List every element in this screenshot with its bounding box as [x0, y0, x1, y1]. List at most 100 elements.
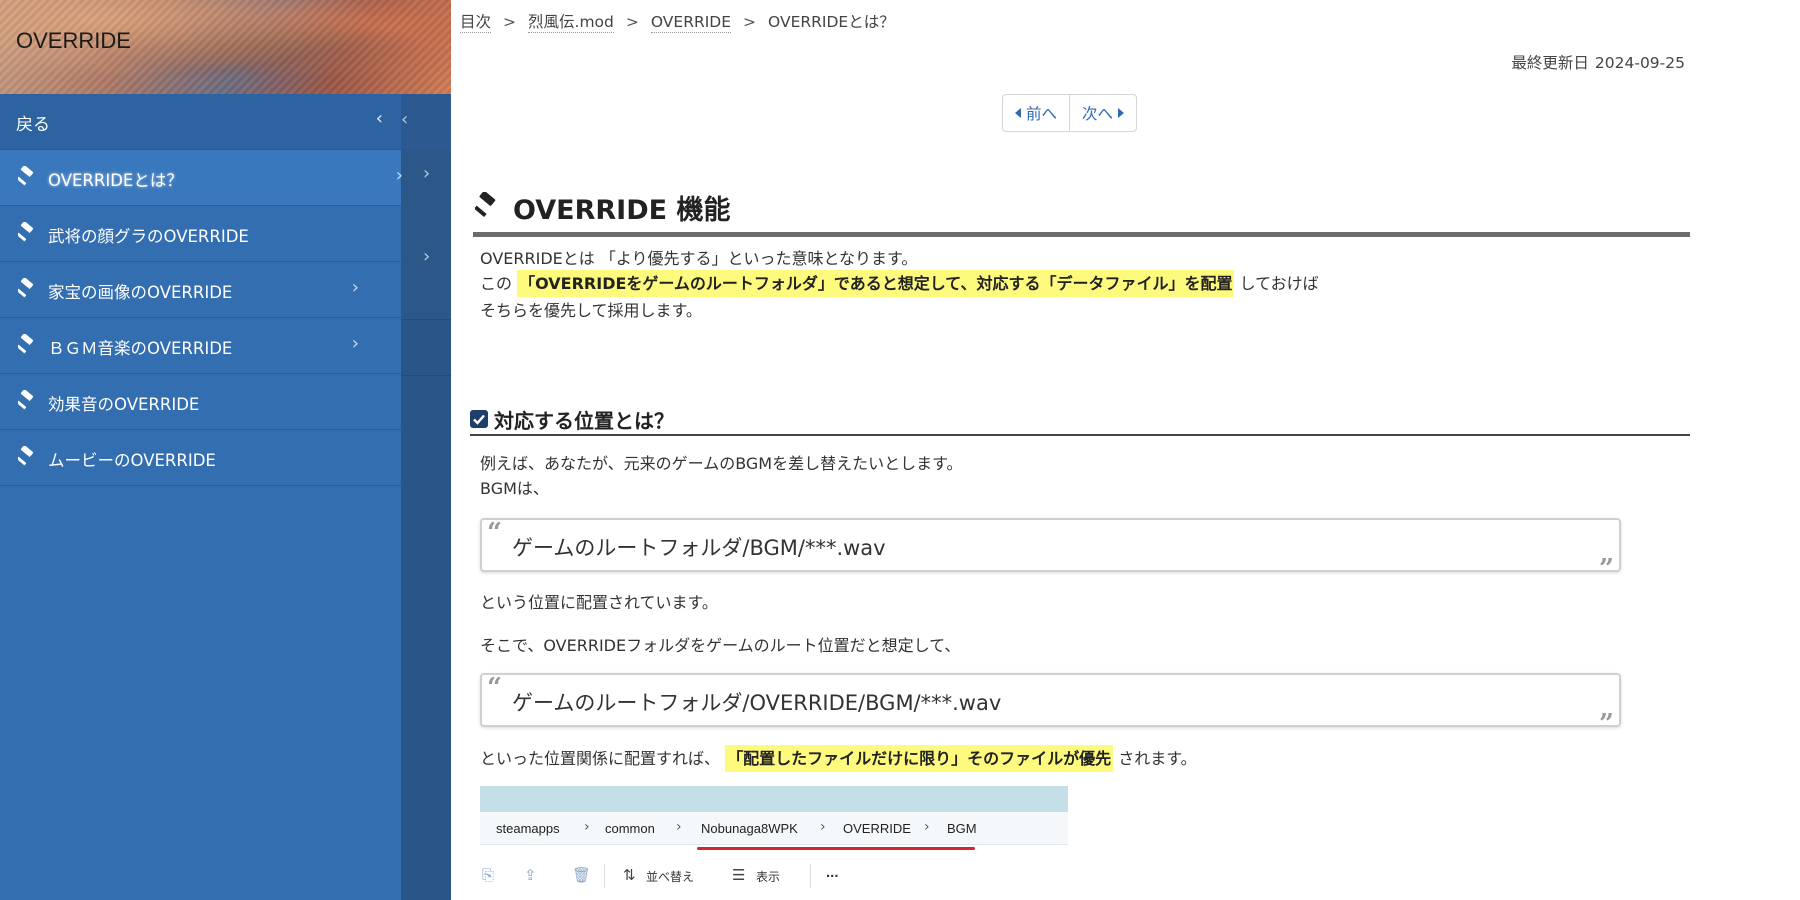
- sidebar-item-override-about[interactable]: OVERRIDEとは？ ›: [0, 150, 403, 206]
- intro-line-2-pre: この: [480, 274, 513, 293]
- blockquote-bgm-path: “ ゲームのルートフォルダ/BGM/***.wav ”: [480, 518, 1621, 584]
- sidebar-item-label: ムービーのOVERRIDE: [48, 451, 216, 470]
- caret-right-icon: [1118, 108, 1125, 118]
- sidebar: ‹ › › OVERRIDE 戻る ‹ OVERRIDEとは？ › 武将の顔グラ…: [0, 0, 451, 900]
- explorer-address-bar: steamapps › common › Nobunaga8WPK › OVER…: [480, 812, 1068, 845]
- more-label: ...: [826, 864, 839, 881]
- checkbox-icon: [470, 410, 488, 428]
- priority-highlight: 「配置したファイルだけに限り」そのファイルが優先: [725, 745, 1114, 772]
- hammer-icon: [18, 446, 34, 466]
- sidebar-header-banner: OVERRIDE: [0, 0, 451, 94]
- paragraph-example: 例えば、あなたが、元来のゲームのBGMを差し替えたいとします。: [480, 454, 963, 473]
- share-icon: ⇪: [524, 866, 537, 884]
- chevron-right-icon: ›: [351, 277, 359, 298]
- breadcrumb-separator: >: [625, 13, 639, 31]
- view-label: 表示: [756, 870, 781, 884]
- paragraph-priority: といった位置関係に配置すれば、 「配置したファイルだけに限り」そのファイルが優先…: [480, 745, 1197, 772]
- path-segment: common: [605, 821, 655, 836]
- paragraph-located: という位置に配置されています。: [480, 593, 718, 612]
- blockquote-override-path: “ ゲームのルートフォルダ/OVERRIDE/BGM/***.wav ”: [480, 673, 1621, 739]
- sort-label: 並べ替え: [646, 870, 695, 884]
- chevron-right-icon: ›: [351, 333, 359, 354]
- subsection-heading-text: 対応する位置とは？: [494, 409, 674, 433]
- section-heading-override: OVERRIDE 機能: [473, 186, 1690, 237]
- intro-line-2: この 「OVERRIDEをゲームのルートフォルダ」であると想定して、対応する「デ…: [480, 270, 1319, 297]
- paragraph-bgm: BGMは、: [480, 479, 549, 498]
- back-label: 戻る: [16, 115, 50, 135]
- prev-button[interactable]: 前へ: [1003, 95, 1069, 131]
- sidebar-title: OVERRIDE: [16, 28, 131, 53]
- last-updated-label: 最終更新日: [1511, 54, 1589, 72]
- back-button[interactable]: 戻る ‹: [0, 94, 401, 150]
- explorer-toolbar: ⎘ ⇪ 🗑 ⇅ 並べ替え ☰ 表示 ...: [480, 854, 1068, 900]
- sidebar-item-movie[interactable]: ムービーのOVERRIDE: [0, 430, 401, 486]
- hammer-icon: [475, 192, 496, 218]
- sidebar-item-label: 効果音のOVERRIDE: [48, 395, 200, 414]
- chevron-left-icon: ‹: [375, 108, 383, 129]
- pager: 前へ 次へ: [1002, 94, 1138, 132]
- breadcrumb-link-override[interactable]: OVERRIDE: [650, 13, 732, 33]
- chevron-right-icon: ›: [395, 165, 403, 186]
- sidebar-item-label: 武将の顔グラのOVERRIDE: [48, 227, 249, 246]
- chevron-right-icon[interactable]: ›: [423, 246, 430, 267]
- sidebar-item-label: OVERRIDEとは？: [48, 171, 183, 190]
- hammer-icon: [18, 166, 34, 186]
- hammer-icon: [18, 278, 34, 298]
- paragraph-priority-post: されます。: [1118, 749, 1197, 768]
- blockquote-text: ゲームのルートフォルダ/OVERRIDE/BGM/***.wav: [512, 691, 1002, 715]
- hammer-icon: [18, 390, 34, 410]
- path-segment: Nobunaga8WPK: [701, 821, 798, 836]
- breadcrumb: 目次 > 烈風伝.mod > OVERRIDE > OVERRIDEとは？: [460, 10, 895, 33]
- chevron-left-icon[interactable]: ‹: [401, 109, 408, 130]
- caret-left-icon: [1015, 108, 1021, 118]
- last-updated-date: 2024-09-25: [1594, 54, 1685, 72]
- breadcrumb-current: OVERRIDEとは？: [768, 13, 895, 31]
- path-chevron-icon: ›: [584, 819, 590, 835]
- red-underline-annotation: [697, 847, 975, 850]
- quote-open-icon: “: [487, 673, 502, 703]
- paragraph-priority-pre: といった位置関係に配置すれば、: [480, 749, 721, 768]
- path-segment: steamapps: [496, 821, 560, 836]
- quote-close-icon: ”: [1599, 554, 1614, 584]
- breadcrumb-link-reppuden-mod[interactable]: 烈風伝.mod: [528, 13, 614, 33]
- section-heading-text: OVERRIDE 機能: [513, 195, 731, 226]
- sidebar-item-face-graphics[interactable]: 武将の顔グラのOVERRIDE: [0, 206, 401, 262]
- last-updated: 最終更新日 2024-09-25: [1511, 51, 1685, 73]
- sidebar-item-sound-effects[interactable]: 効果音のOVERRIDE: [0, 374, 401, 430]
- subsection-heading-position: 対応する位置とは？: [470, 404, 1690, 436]
- blockquote-text: ゲームのルートフォルダ/BGM/***.wav: [512, 536, 886, 560]
- breadcrumb-separator: >: [743, 13, 757, 31]
- copy-icon: ⎘: [482, 866, 495, 884]
- quote-close-icon: ”: [1599, 709, 1614, 739]
- path-segment: BGM: [947, 821, 977, 836]
- sidebar-item-bgm[interactable]: ＢＧＭ音楽のOVERRIDE ›: [0, 318, 401, 374]
- breadcrumb-link-toc[interactable]: 目次: [460, 13, 492, 33]
- chevron-right-icon[interactable]: ›: [423, 163, 430, 184]
- path-segment: OVERRIDE: [843, 821, 911, 836]
- trash-icon: 🗑: [572, 866, 592, 884]
- path-chevron-icon: ›: [676, 819, 682, 835]
- path-chevron-icon: ›: [820, 819, 826, 835]
- page: ‹ › › OVERRIDE 戻る ‹ OVERRIDEとは？ › 武将の顔グラ…: [0, 0, 1800, 900]
- main-content: 目次 > 烈風伝.mod > OVERRIDE > OVERRIDEとは？ 最終更新日 202…: [451, 0, 1800, 900]
- next-button[interactable]: 次へ: [1069, 95, 1136, 131]
- quote-open-icon: “: [487, 518, 502, 548]
- sidebar-item-treasure-images[interactable]: 家宝の画像のOVERRIDE ›: [0, 262, 401, 318]
- prev-label: 前へ: [1026, 105, 1058, 123]
- paragraph-assume: そこで、OVERRIDEフォルダをゲームのルート位置だと想定して、: [480, 636, 961, 655]
- view-icon: ☰: [732, 866, 746, 884]
- path-chevron-icon: ›: [924, 819, 930, 835]
- next-label: 次へ: [1082, 105, 1114, 123]
- intro-highlight: 「OVERRIDEをゲームのルートフォルダ」であると想定して、対応する「データフ…: [517, 270, 1235, 297]
- explorer-screenshot: steamapps › common › Nobunaga8WPK › OVER…: [480, 786, 1068, 900]
- intro-line-2-post: しておけば: [1239, 274, 1319, 293]
- sidebar-collapse-strip[interactable]: ‹ › ›: [401, 0, 451, 900]
- hammer-icon: [18, 334, 34, 354]
- breadcrumb-separator: >: [503, 13, 517, 31]
- intro-line-1: OVERRIDEとは 「より優先する」といった意味となります。: [480, 249, 918, 268]
- sidebar-item-label: ＢＧＭ音楽のOVERRIDE: [48, 339, 233, 358]
- sort-icon: ⇅: [623, 866, 636, 884]
- explorer-titlebar: [480, 786, 1068, 812]
- hammer-icon: [18, 222, 34, 242]
- sidebar-item-label: 家宝の画像のOVERRIDE: [48, 283, 233, 302]
